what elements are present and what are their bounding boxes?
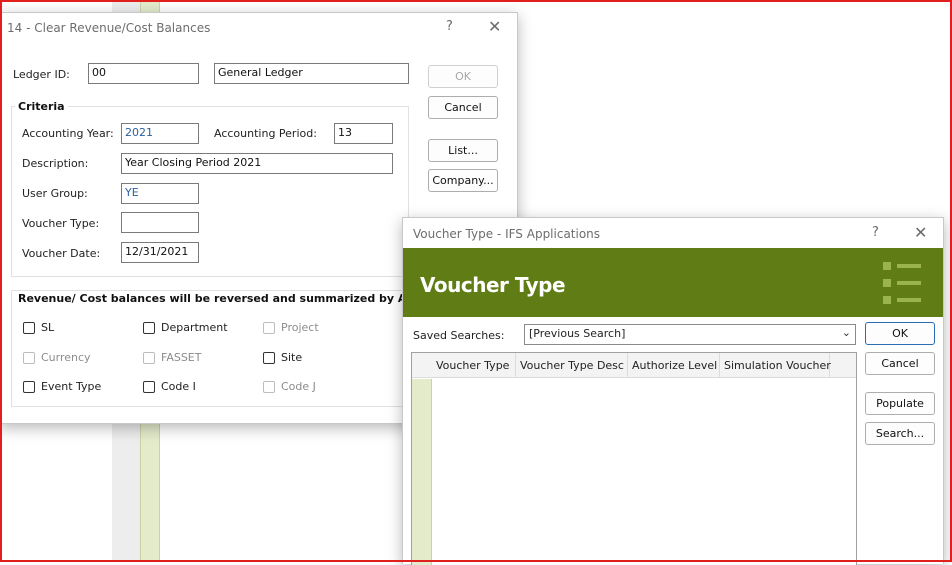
- voucher-date-field[interactable]: 12/31/2021: [121, 242, 199, 263]
- dialog-titlebar: 14 - Clear Revenue/Cost Balances ? ✕: [0, 13, 517, 43]
- description-label: Description:: [22, 157, 89, 170]
- voucher-dialog-title: Voucher Type - IFS Applications: [413, 227, 601, 241]
- accounting-year-field[interactable]: 2021: [121, 123, 199, 144]
- saved-searches-label: Saved Searches:: [413, 329, 505, 342]
- close-icon[interactable]: ✕: [914, 223, 927, 242]
- user-group-field[interactable]: YE: [121, 183, 199, 204]
- checkbox-sl[interactable]: SL: [23, 321, 54, 334]
- ledger-description-field: General Ledger: [214, 63, 409, 84]
- checkbox-label: Site: [281, 351, 303, 364]
- checkbox-label: Event Type: [41, 380, 102, 393]
- dialog-title: 14 - Clear Revenue/Cost Balances: [7, 21, 211, 35]
- voucher-date-label: Voucher Date:: [22, 247, 101, 260]
- checkbox-box[interactable]: [23, 380, 35, 393]
- checkbox-box[interactable]: [143, 380, 155, 393]
- checkbox-label: Department: [161, 321, 228, 334]
- chevron-down-icon: ⌄: [841, 326, 851, 339]
- checkbox-label: SL: [41, 321, 55, 334]
- summary-title: Revenue/ Cost balances will be reversed …: [15, 292, 407, 305]
- ok-button[interactable]: OK: [865, 322, 935, 345]
- criteria-title: Criteria: [15, 100, 68, 113]
- checkbox-label: FASSET: [161, 351, 202, 364]
- checkbox-label: Code I: [161, 380, 196, 393]
- voucher-heading: Voucher Type: [420, 273, 566, 297]
- checkbox-label: Project: [281, 321, 319, 334]
- checkbox-box[interactable]: [23, 321, 35, 334]
- saved-searches-value: [Previous Search]: [529, 327, 626, 340]
- description-field[interactable]: Year Closing Period 2021: [121, 153, 393, 174]
- accounting-period-label: Accounting Period:: [214, 127, 317, 140]
- checkbox-project: Project: [263, 321, 319, 334]
- checkbox-event-type[interactable]: Event Type: [23, 380, 101, 393]
- ok-button[interactable]: OK: [428, 65, 498, 88]
- checkbox-box[interactable]: [263, 351, 275, 364]
- checkbox-department[interactable]: Department: [143, 321, 228, 334]
- cancel-button[interactable]: Cancel: [865, 352, 935, 375]
- grid-row-header: [412, 379, 432, 565]
- list-view-icon: [883, 262, 923, 306]
- checkbox-box: [23, 351, 35, 364]
- list-button[interactable]: List...: [428, 139, 498, 162]
- voucher-banner: Voucher Type: [403, 248, 943, 317]
- accounting-period-field[interactable]: 13: [334, 123, 393, 144]
- company-button[interactable]: Company...: [428, 169, 498, 192]
- checkbox-label: Code J: [281, 380, 316, 393]
- help-icon[interactable]: ?: [872, 225, 879, 240]
- checkbox-box[interactable]: [143, 321, 155, 334]
- column-header-authorize-level[interactable]: Authorize Level: [628, 353, 720, 378]
- close-icon[interactable]: ✕: [488, 17, 501, 36]
- help-icon[interactable]: ?: [446, 19, 453, 34]
- ledger-id-field[interactable]: 00: [88, 63, 199, 84]
- grid-header: Voucher Type Voucher Type Desc Authorize…: [412, 353, 856, 378]
- cancel-button[interactable]: Cancel: [428, 96, 498, 119]
- saved-searches-select[interactable]: [Previous Search] ⌄: [524, 324, 856, 345]
- column-header-voucher-type[interactable]: Voucher Type: [432, 353, 516, 378]
- search-button[interactable]: Search...: [865, 422, 935, 445]
- checkbox-box: [263, 321, 275, 334]
- user-group-label: User Group:: [22, 187, 88, 200]
- checkbox-site[interactable]: Site: [263, 351, 302, 364]
- checkbox-box: [143, 351, 155, 364]
- voucher-type-field[interactable]: [121, 212, 199, 233]
- populate-button[interactable]: Populate: [865, 392, 935, 415]
- checkbox-code-i[interactable]: Code I: [143, 380, 196, 393]
- accounting-year-label: Accounting Year:: [22, 127, 114, 140]
- voucher-type-grid[interactable]: Voucher Type Voucher Type Desc Authorize…: [411, 352, 857, 565]
- checkbox-label: Currency: [41, 351, 91, 364]
- column-header-simulation-voucher[interactable]: Simulation Voucher: [720, 353, 831, 378]
- checkbox-code-j: Code J: [263, 380, 316, 393]
- voucher-type-dialog: Voucher Type - IFS Applications ? ✕ Vouc…: [402, 217, 944, 565]
- checkbox-fasset: FASSET: [143, 351, 201, 364]
- checkbox-currency: Currency: [23, 351, 91, 364]
- voucher-type-label: Voucher Type:: [22, 217, 100, 230]
- ledger-id-label: Ledger ID:: [13, 68, 70, 81]
- column-header-voucher-type-desc[interactable]: Voucher Type Desc: [516, 353, 628, 378]
- checkbox-box: [263, 380, 275, 393]
- voucher-dialog-titlebar: Voucher Type - IFS Applications ? ✕: [403, 218, 943, 248]
